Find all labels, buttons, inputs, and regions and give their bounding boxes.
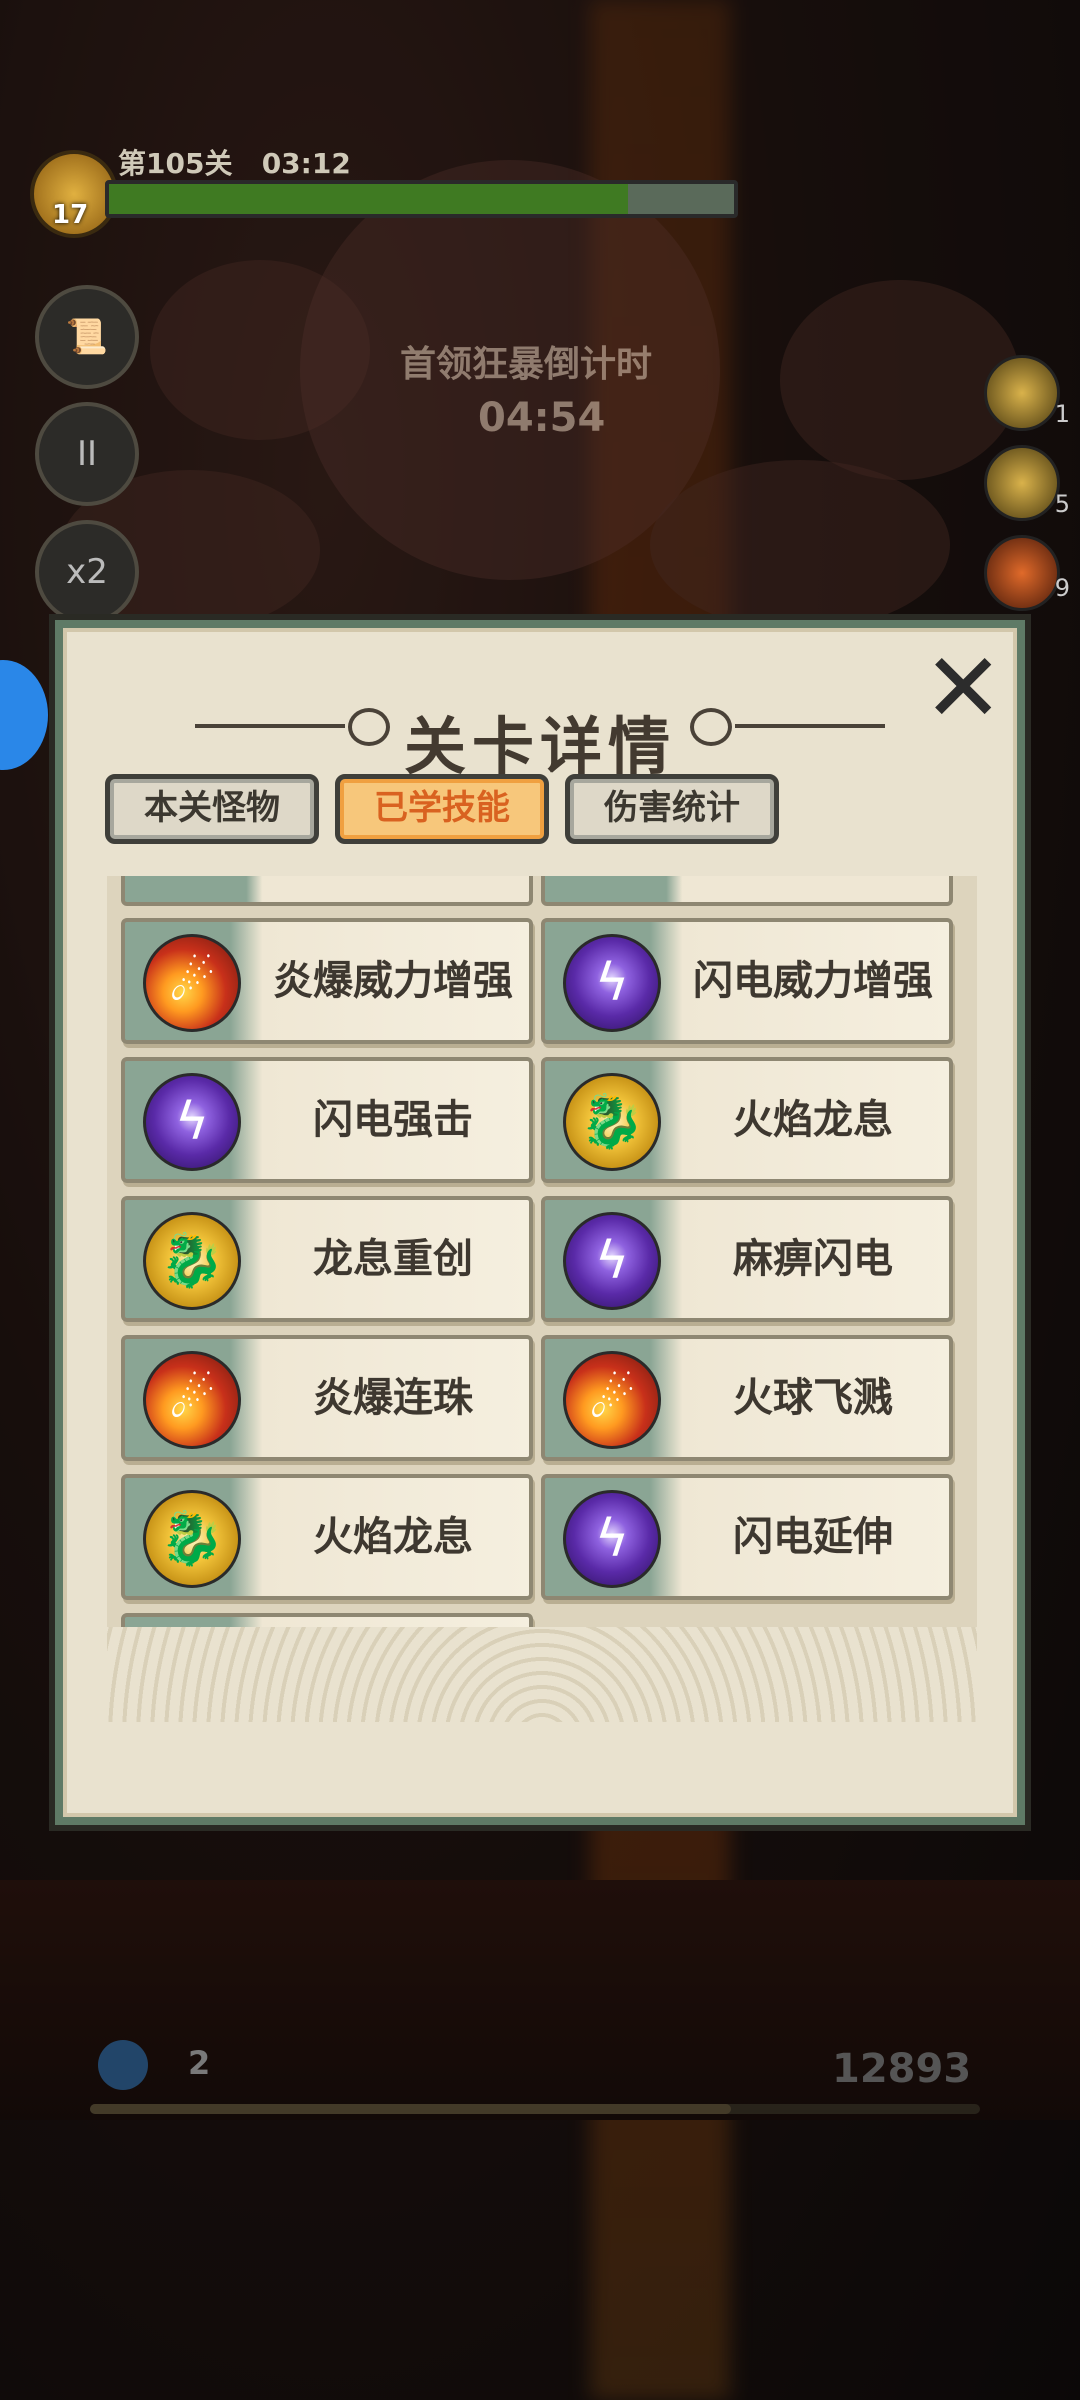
fireball-icon: ☄ [563, 1351, 661, 1449]
skill-name: 炎爆威力增强 [273, 958, 513, 1004]
scroll-icon[interactable]: 📜 [35, 285, 139, 389]
item-orb-icon[interactable] [984, 535, 1060, 611]
item-orb-icon[interactable] [984, 445, 1060, 521]
close-button[interactable]: ✕ [923, 640, 1003, 736]
skill-card[interactable]: ϟ 闪电强击 [121, 1057, 533, 1183]
skill-card[interactable]: ☄ 炎爆连珠 [121, 1335, 533, 1461]
skill-name: 火焰龙息 [733, 1097, 893, 1143]
wave-pattern [107, 1627, 977, 1722]
item-orb-icon[interactable] [984, 355, 1060, 431]
dialog-title: 关卡详情 [403, 710, 676, 783]
lightning-icon: ϟ [563, 1212, 661, 1310]
skill-name: 麻痹闪电 [733, 1236, 893, 1282]
skill-card[interactable]: 🐉 龙息重创 [121, 1196, 533, 1322]
skill-name: 闪电强击 [313, 1097, 473, 1143]
skill-card-partial [121, 876, 533, 906]
dragon-icon: 🐉 [143, 1490, 241, 1588]
skill-name: 闪电延伸 [733, 1514, 893, 1560]
dragon-icon: 🐉 [563, 1073, 661, 1171]
stage-details-dialog: 关卡详情 ✕ 本关怪物 已学技能 伤害统计 ☄ 炎爆威力增强 ϟ 闪电威力增强 ϟ 闪电强… [55, 620, 1025, 1825]
skill-card[interactable]: ☄ 炎爆威力增强 [121, 918, 533, 1044]
orb-count: 5 [1054, 490, 1070, 518]
skill-list[interactable]: ☄ 炎爆威力增强 ϟ 闪电威力增强 ϟ 闪电强击 🐉 火焰龙息 🐉 龙息重创 ϟ 麻痹闪电 ☄ 炎爆连珠 ☄… [107, 876, 977, 1722]
pause-button[interactable]: II [35, 402, 139, 506]
tab-learned-skills[interactable]: 已学技能 [335, 774, 549, 844]
player-level: 17 [52, 200, 89, 230]
lightning-icon: ϟ [563, 934, 661, 1032]
orb-count: 9 [1054, 574, 1070, 602]
tab-damage-stats[interactable]: 伤害统计 [565, 774, 779, 844]
skill-name: 龙息重创 [313, 1236, 473, 1282]
skill-name: 炎爆连珠 [313, 1375, 473, 1421]
tab-stage-monsters[interactable]: 本关怪物 [105, 774, 319, 844]
boss-countdown-label: 首领狂暴倒计时 [400, 344, 653, 385]
skill-card-partial [541, 876, 953, 906]
skill-card[interactable]: ϟ 闪电威力增强 [541, 918, 953, 1044]
skill-card[interactable]: ϟ 麻痹闪电 [541, 1196, 953, 1322]
skill-card[interactable]: 🐉 火焰龙息 [541, 1057, 953, 1183]
skill-name: 火球飞溅 [733, 1375, 893, 1421]
stage-timer: 03:12 [261, 147, 351, 180]
stage-label: 第105关 [118, 147, 233, 180]
boss-health-bar [105, 180, 738, 218]
lightning-icon: ϟ [563, 1490, 661, 1588]
speed-button[interactable]: x2 [35, 520, 139, 624]
skill-name: 火焰龙息 [313, 1514, 473, 1560]
skill-card[interactable]: ☄ 火球飞溅 [541, 1335, 953, 1461]
skill-card[interactable]: ϟ 闪电延伸 [541, 1474, 953, 1600]
fireball-icon: ☄ [143, 1351, 241, 1449]
boss-countdown-value: 04:54 [478, 395, 606, 441]
dialog-header: 关卡详情 [63, 686, 1017, 783]
lightning-icon: ϟ [143, 1073, 241, 1171]
boss-health-fill [109, 184, 628, 214]
dragon-icon: 🐉 [143, 1212, 241, 1310]
stage-info: 第105关 03:12 [118, 142, 351, 182]
skill-card[interactable]: 🐉 火焰龙息 [121, 1474, 533, 1600]
orb-count: 1 [1054, 400, 1070, 428]
fireball-icon: ☄ [143, 934, 241, 1032]
skill-name: 闪电威力增强 [693, 958, 933, 1004]
